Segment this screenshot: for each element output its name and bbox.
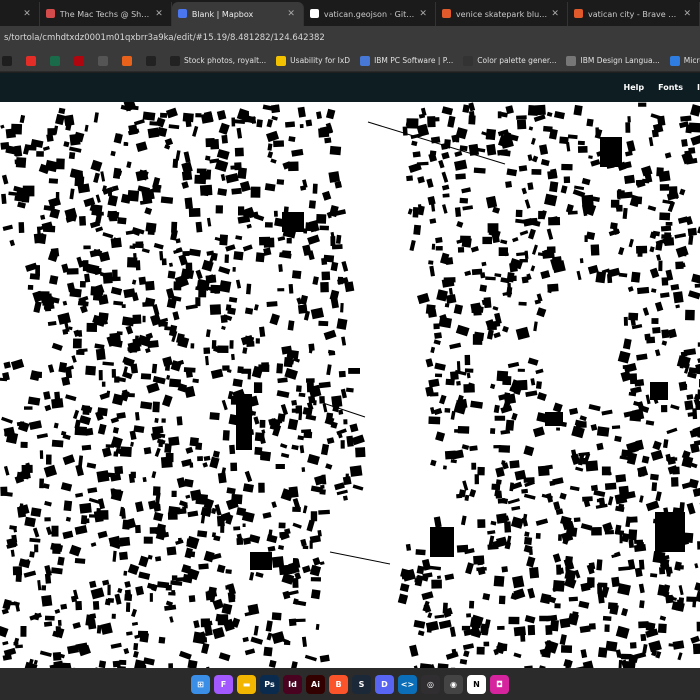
obs-icon[interactable]: ◎ [421, 674, 440, 694]
instagram-icon[interactable]: ◘ [490, 674, 509, 694]
bookmark-label: IBM PC Software | P... [374, 56, 454, 65]
road-outline [367, 121, 506, 165]
chat-icon [50, 55, 60, 66]
address-bar[interactable]: s/tortola/cmhdtxdz0001m01qxbrr3a9ka/edit… [0, 26, 700, 50]
discord-icon[interactable]: D [375, 674, 394, 694]
browser-tab[interactable]: Blank | Mapbox ✕ [171, 2, 304, 26]
browser-tab[interactable]: vatican.geojson · GitHub ✕ [304, 2, 436, 26]
tab-label: venice skatepark blueprints - B [455, 9, 548, 19]
tab-label: The Mac Techs @ Sheridan :: La [59, 9, 152, 19]
youtube-icon [26, 55, 36, 66]
tab-close-icon[interactable]: ✕ [551, 9, 559, 19]
header-link[interactable]: Help [624, 83, 645, 92]
tab-close-icon[interactable]: ✕ [155, 9, 163, 19]
bookmark-item[interactable] [26, 55, 40, 66]
bookmark-item[interactable] [98, 55, 112, 66]
vscode-icon[interactable]: <> [398, 674, 417, 694]
app-header: Help Fonts I [0, 73, 700, 102]
netflix-icon [74, 55, 84, 66]
tab-strip: ✕The Mac Techs @ Sheridan :: La✕Blank | … [0, 0, 700, 26]
bookmark-item[interactable]: Usability for IxD [276, 55, 351, 66]
bookmark-item[interactable] [74, 55, 88, 66]
tab-close-icon[interactable]: ✕ [287, 9, 295, 19]
tab-label: Blank | Mapbox [191, 9, 254, 19]
bookmark-item[interactable] [2, 55, 16, 66]
tab-favicon-icon [309, 9, 319, 18]
building-layer [0, 102, 700, 668]
ibm-design-icon [566, 55, 577, 66]
tab-favicon-icon [177, 9, 187, 18]
bookmark-label: Usability for IxD [290, 56, 351, 65]
tab-label: vatican.geojson · GitHub [323, 9, 416, 19]
steam-icon[interactable]: S [352, 674, 371, 694]
taskbar: ⊞ F ▬ Ps Id Ai B S D <> ◎ ◉ N ◘ [0, 668, 700, 700]
bookmark-item[interactable]: IBM PC Software | P... [360, 55, 454, 66]
windows-icon [669, 55, 680, 66]
bookmark-label: IBM Design Langua... [580, 56, 660, 65]
tab-close-icon[interactable]: ✕ [683, 9, 691, 19]
palette-icon [463, 55, 474, 66]
browser-tab[interactable]: vatican city - Brave Search✕ [568, 2, 700, 26]
link-icon [122, 55, 132, 66]
k-icon [146, 55, 156, 66]
bookmark-item[interactable]: IBM Design Langua... [566, 55, 660, 66]
browser-tab[interactable]: ✕ [0, 2, 40, 26]
map-canvas[interactable] [0, 102, 700, 668]
figma-icon[interactable]: F [214, 674, 233, 694]
bookmark-label: Stock photos, royalt... [184, 56, 267, 65]
url-text[interactable]: s/tortola/cmhdtxdz0001m01qxbrr3a9ka/edit… [4, 33, 325, 43]
bookmark-item[interactable] [50, 55, 64, 66]
indesign-icon[interactable]: Id [283, 674, 302, 694]
road-outline [329, 551, 391, 565]
brave-icon[interactable]: B [329, 674, 348, 694]
windows-start-icon[interactable]: ⊞ [191, 674, 210, 694]
tab-close-icon[interactable]: ✕ [23, 9, 31, 19]
header-links: Help Fonts I [624, 73, 700, 102]
tab-label: vatican city - Brave Search [587, 9, 680, 19]
bookmark-item[interactable]: Color palette gener... [463, 55, 557, 66]
other-icon[interactable]: ◉ [444, 674, 463, 694]
header-link[interactable]: Fonts [658, 83, 683, 92]
photoshop-icon[interactable]: Ps [260, 674, 279, 694]
ibm-icon [360, 55, 371, 66]
tab-favicon-icon [573, 9, 583, 18]
ss-icon [170, 55, 180, 66]
bookmark-item[interactable]: Stock photos, royalt... [170, 55, 267, 66]
tab-close-icon[interactable]: ✕ [419, 9, 427, 19]
bookmark-item[interactable] [146, 55, 160, 66]
bookmark-item[interactable]: Microsoft Wi [669, 55, 700, 66]
bookmarks-bar: Stock photos, royalt... Usability for IxD… [0, 50, 700, 72]
d2l-icon [98, 55, 108, 66]
file-explorer-icon[interactable]: ▬ [237, 674, 256, 694]
tab-favicon-icon [45, 9, 55, 18]
ux-icon [276, 55, 287, 66]
building-footprints[interactable] [0, 102, 700, 668]
bookmark-label: Color palette gener... [477, 56, 557, 65]
illustrator-icon[interactable]: Ai [306, 674, 325, 694]
bookmark-item[interactable] [122, 55, 136, 66]
browser-tab[interactable]: The Mac Techs @ Sheridan :: La✕ [40, 2, 172, 26]
notion-icon[interactable]: N [467, 674, 486, 694]
browser-tab[interactable]: venice skatepark blueprints - B✕ [436, 2, 568, 26]
tab-favicon-icon [441, 9, 451, 18]
play-icon [2, 55, 12, 66]
bookmark-label: Microsoft Wi [683, 56, 700, 65]
